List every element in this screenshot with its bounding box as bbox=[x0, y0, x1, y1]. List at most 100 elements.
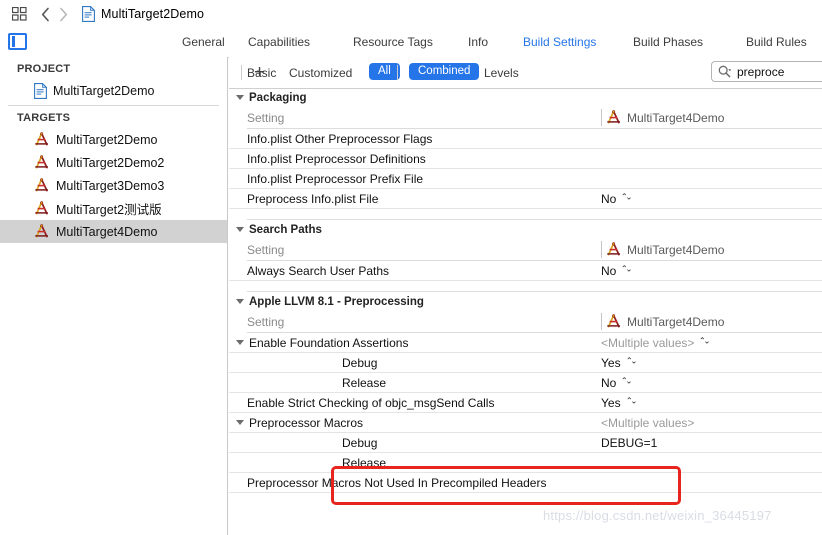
search-input[interactable]: preproce bbox=[711, 61, 822, 82]
project-list: MultiTarget2Demo bbox=[0, 79, 227, 102]
value-stepper-icon[interactable]: ⌃⌄ bbox=[621, 377, 630, 386]
setting-value[interactable]: No⌃⌄ bbox=[601, 192, 822, 206]
setting-row[interactable]: Always Search User PathsNo⌃⌄ bbox=[229, 261, 822, 281]
settings-list[interactable]: PackagingSettingMultiTarget4DemoInfo.pli… bbox=[229, 88, 822, 535]
grid-icon[interactable] bbox=[8, 4, 30, 24]
project-navigator-sidebar: PROJECT MultiTarget2Demo TARGETS MultiTa… bbox=[0, 57, 228, 535]
setting-name: Always Search User Paths bbox=[229, 264, 601, 278]
setting-name-label: Enable Strict Checking of objc_msgSend C… bbox=[247, 396, 494, 410]
setting-value[interactable]: Yes ⌃⌄ bbox=[601, 396, 822, 410]
left-panel-toggle-icon[interactable] bbox=[8, 33, 27, 50]
setting-row[interactable]: Release No ⌃⌄ bbox=[229, 373, 822, 393]
setting-row[interactable]: Preprocessor Macros Not Used In Precompi… bbox=[229, 473, 822, 493]
setting-row[interactable]: Info.plist Other Preprocessor Flags bbox=[229, 129, 822, 149]
column-header-row: SettingMultiTarget4Demo bbox=[247, 239, 822, 261]
setting-row[interactable]: DebugDEBUG=1 bbox=[229, 433, 822, 453]
setting-name-label: Release bbox=[342, 376, 386, 390]
setting-value-label: No bbox=[601, 376, 616, 390]
target-list: MultiTarget2Demo MultiTarget2Demo2 MultiTa… bbox=[0, 128, 227, 243]
targets-section-header: TARGETS bbox=[0, 106, 227, 128]
setting-value[interactable]: DEBUG=1 bbox=[601, 436, 822, 450]
setting-row[interactable]: Preprocessor Macros<Multiple values> bbox=[229, 413, 822, 433]
sidebar-item-label: MultiTarget2测试版 bbox=[56, 199, 162, 218]
tab-build-settings[interactable]: Build Settings bbox=[523, 35, 596, 49]
chevron-right-glyph bbox=[59, 7, 68, 22]
sidebar-item-multitarget2demo[interactable]: MultiTarget2Demo bbox=[0, 79, 227, 102]
project-section-header: PROJECT bbox=[0, 57, 227, 79]
filter-customized[interactable]: Customized bbox=[289, 66, 352, 80]
setting-value[interactable]: No ⌃⌄ bbox=[601, 376, 822, 390]
setting-row[interactable]: Preprocess Info.plist File No⌃⌄ bbox=[229, 189, 822, 209]
setting-name-label: Preprocess Info.plist File bbox=[247, 192, 378, 206]
setting-name-label: Info.plist Preprocessor Definitions bbox=[247, 152, 426, 166]
setting-value[interactable]: <Multiple values> bbox=[601, 416, 822, 430]
column-header-setting: Setting bbox=[247, 315, 601, 329]
chevron-left-icon[interactable] bbox=[36, 4, 54, 24]
setting-value-label: DEBUG=1 bbox=[601, 436, 657, 450]
target-icon bbox=[34, 155, 50, 170]
setting-name: Debug bbox=[229, 356, 601, 370]
tab-build-rules[interactable]: Build Rules bbox=[746, 35, 807, 49]
sidebar-item-multitarget2demo2[interactable]: MultiTarget2Demo2 bbox=[0, 151, 227, 174]
column-header-row: SettingMultiTarget4Demo bbox=[247, 311, 822, 333]
setting-row[interactable]: Info.plist Preprocessor Definitions bbox=[229, 149, 822, 169]
filter-all[interactable]: All bbox=[369, 63, 400, 80]
filter-basic[interactable]: Basic bbox=[247, 66, 276, 80]
sidebar-item-label: MultiTarget2Demo bbox=[56, 133, 157, 147]
build-settings-panel: BasicCustomizedAllCombinedLevels + prepr… bbox=[229, 57, 822, 535]
sidebar-item-label: MultiTarget3Demo3 bbox=[56, 179, 164, 193]
section-header-apple-llvm-8-1-preprocessing[interactable]: Apple LLVM 8.1 - Preprocessing bbox=[229, 292, 822, 311]
sidebar-item-multitarget3demo3[interactable]: MultiTarget3Demo3 bbox=[0, 174, 227, 197]
chevron-right-icon[interactable] bbox=[54, 4, 72, 24]
tab-info[interactable]: Info bbox=[468, 35, 488, 49]
build-settings-filter-bar: BasicCustomizedAllCombinedLevels + prepr… bbox=[229, 57, 822, 89]
target-icon bbox=[34, 201, 50, 216]
breadcrumb[interactable]: MultiTarget2Demo bbox=[82, 4, 204, 24]
setting-value-label: Yes bbox=[601, 396, 621, 410]
value-stepper-icon[interactable]: ⌃⌄ bbox=[625, 397, 634, 406]
setting-name: Enable Strict Checking of objc_msgSend C… bbox=[229, 396, 601, 410]
setting-row[interactable]: Info.plist Preprocessor Prefix File bbox=[229, 169, 822, 189]
filter-divider-1 bbox=[397, 65, 398, 80]
sidebar-item-multitarget2[interactable]: MultiTarget2测试版 bbox=[0, 197, 227, 220]
setting-value[interactable]: Yes⌃⌄ bbox=[601, 356, 822, 370]
setting-row[interactable]: Enable Foundation Assertions <Multiple va… bbox=[229, 333, 822, 353]
filter-combined[interactable]: Combined bbox=[409, 63, 479, 80]
value-stepper-icon[interactable]: ⌃⌄ bbox=[625, 357, 634, 366]
disclosure-triangle-icon[interactable] bbox=[236, 340, 244, 345]
tab-capabilities[interactable]: Capabilities bbox=[248, 35, 310, 49]
disclosure-triangle-icon[interactable] bbox=[236, 299, 244, 304]
setting-name: Preprocess Info.plist File bbox=[229, 192, 601, 206]
filter-levels[interactable]: Levels bbox=[484, 66, 519, 80]
section-header-packaging[interactable]: Packaging bbox=[229, 88, 822, 107]
target-icon bbox=[34, 178, 50, 193]
value-stepper-icon[interactable]: ⌃⌄ bbox=[621, 193, 630, 202]
disclosure-triangle-icon[interactable] bbox=[236, 420, 244, 425]
setting-value[interactable]: <Multiple values>⌃⌄ bbox=[601, 336, 822, 350]
target-icon bbox=[34, 132, 50, 147]
setting-row[interactable]: Enable Strict Checking of objc_msgSend C… bbox=[229, 393, 822, 413]
value-stepper-icon[interactable]: ⌃⌄ bbox=[699, 337, 708, 346]
value-stepper-icon[interactable]: ⌃⌄ bbox=[621, 265, 630, 274]
tab-build-phases[interactable]: Build Phases bbox=[633, 35, 703, 49]
tab-resource-tags[interactable]: Resource Tags bbox=[353, 35, 433, 49]
setting-name-label: Enable Foundation Assertions bbox=[249, 336, 408, 350]
setting-name: Info.plist Other Preprocessor Flags bbox=[229, 132, 601, 146]
column-header-row: SettingMultiTarget4Demo bbox=[247, 107, 822, 129]
setting-name-label: Info.plist Preprocessor Prefix File bbox=[247, 172, 423, 186]
setting-name: Preprocessor Macros bbox=[229, 416, 601, 430]
window-toolbar: MultiTarget2Demo bbox=[0, 0, 822, 29]
setting-name: Info.plist Preprocessor Prefix File bbox=[229, 172, 601, 186]
project-document-icon bbox=[34, 83, 47, 99]
tab-general[interactable]: General bbox=[182, 35, 225, 49]
setting-row[interactable]: DebugYes⌃⌄ bbox=[229, 353, 822, 373]
disclosure-triangle-icon[interactable] bbox=[236, 227, 244, 232]
setting-value[interactable]: No⌃⌄ bbox=[601, 264, 822, 278]
disclosure-triangle-icon[interactable] bbox=[236, 95, 244, 100]
search-icon bbox=[718, 65, 731, 78]
section-header-search-paths[interactable]: Search Paths bbox=[229, 220, 822, 239]
setting-row[interactable]: Release bbox=[229, 453, 822, 473]
target-icon bbox=[34, 201, 50, 216]
sidebar-item-multitarget4demo[interactable]: MultiTarget4Demo bbox=[0, 220, 227, 243]
sidebar-item-multitarget2demo[interactable]: MultiTarget2Demo bbox=[0, 128, 227, 151]
